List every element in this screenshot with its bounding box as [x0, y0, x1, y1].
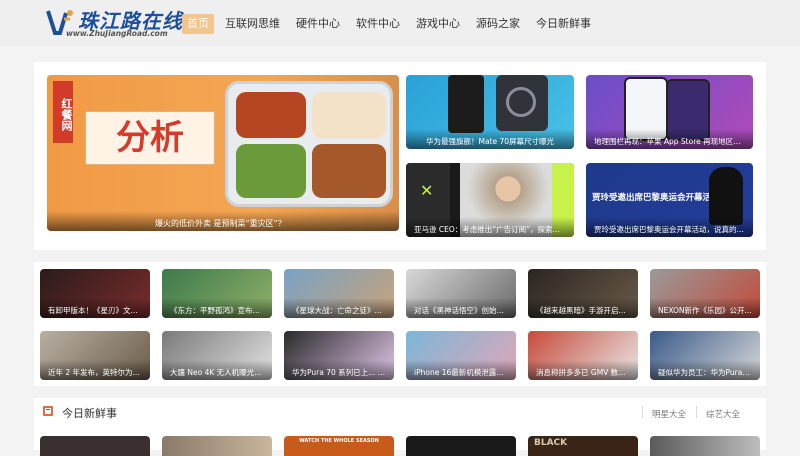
link-divider-2: [696, 406, 697, 418]
news-card[interactable]: 消息称拼多多已 GMV 数...: [528, 331, 638, 380]
book-icon: [43, 406, 53, 416]
link-variety-shows[interactable]: 综艺大全: [706, 408, 740, 420]
brand-url: www.ZhuJiangRoad.com: [66, 29, 168, 38]
section-title: 今日新鲜事: [62, 407, 117, 420]
news-card[interactable]: 对话《黑神话悟空》创始团...: [406, 269, 516, 318]
hero-headline: 分析: [85, 111, 215, 165]
tile-4-headline: 贾玲受邀出席巴黎奥运会开幕活动: [592, 193, 720, 203]
news-card[interactable]: 疑似华为员工：华为Pura 70...: [650, 331, 760, 380]
news-card[interactable]: 有卸甲版本！《星刃》文...: [40, 269, 150, 318]
news-card[interactable]: NEXON新作《乐园》公开...: [650, 269, 760, 318]
news-card-caption: 《东方：平野孤鸿》宣布1...: [162, 298, 272, 318]
nav-item-source[interactable]: 源码之家: [471, 14, 525, 34]
news-card-caption: 大疆 Neo 4K 无人机曝光...: [162, 360, 272, 380]
news-card-caption: 对话《黑神话悟空》创始团...: [406, 298, 516, 318]
news-card-caption: NEXON新作《乐园》公开...: [650, 298, 760, 318]
hero-caption: 爆火的低价外卖 是预制菜“重灾区”？: [47, 211, 399, 231]
featured-tile-1-caption: 华为最强旗舰！Mate 70屏幕尺寸曝光: [406, 129, 574, 149]
news-card[interactable]: 《东方：平野孤鸿》宣布1...: [162, 269, 272, 318]
nav-item-software[interactable]: 软件中心: [351, 14, 405, 34]
featured-tile-2-caption: 地理围栏再现：苹果 App Store 再现地区流...: [586, 129, 753, 149]
nav-item-games[interactable]: 游戏中心: [411, 14, 465, 34]
bottom-thumb-2[interactable]: [162, 436, 272, 456]
news-grid-panel: 有卸甲版本！《星刃》文... 《东方：平野孤鸿》宣布1... 《星球大战：亡命之徒》…: [34, 262, 766, 386]
hero-badge: 红餐网: [53, 81, 73, 143]
phone-image: [448, 75, 484, 133]
featured-tile-4-caption: 贾玲受邀出席巴黎奥运会开幕活动，说真的，内娱只有...: [586, 217, 753, 237]
featured-panel: 红餐网 分析 爆火的低价外卖 是预制菜“重灾区”？ 华为最强旗舰！Mate 70…: [34, 62, 766, 250]
news-card-caption: 《星球大战：亡命之徒》...: [284, 298, 394, 318]
bottom-thumb-6[interactable]: [650, 436, 760, 456]
news-card[interactable]: iPhone 16最新机模泄露曝...: [406, 331, 516, 380]
bottom-thumb-5[interactable]: BLACK: [528, 436, 638, 456]
nav-item-hardware[interactable]: 硬件中心: [291, 14, 345, 34]
news-card[interactable]: 近年 2 年发布，英特尔为...: [40, 331, 150, 380]
hero-card[interactable]: 红餐网 分析 爆火的低价外卖 是预制菜“重灾区”？: [47, 75, 399, 231]
featured-tile-3[interactable]: ✕ 亚马逊 CEO：考虑推出“广告订阅”，探索订阅...: [406, 163, 574, 237]
news-card[interactable]: 《越来越黑暗》手游开启...: [528, 269, 638, 318]
nav-item-internet[interactable]: 互联网思维: [220, 14, 285, 34]
bottom-thumb-3-label: WATCH THE WHOLE SEASON: [299, 438, 379, 444]
nav-item-home[interactable]: 首页: [182, 14, 214, 34]
news-card-caption: 《越来越黑暗》手游开启...: [528, 298, 638, 318]
news-card[interactable]: 大疆 Neo 4K 无人机曝光...: [162, 331, 272, 380]
news-card-caption: 近年 2 年发布，英特尔为...: [40, 360, 150, 380]
news-card-caption: 有卸甲版本！《星刃》文...: [40, 298, 150, 318]
site-header: 珠江路在线 www.ZhuJiangRoad.com 首页 互联网思维 硬件中心…: [0, 0, 800, 46]
bottom-thumb-5-label: BLACK: [534, 438, 568, 448]
featured-tile-4[interactable]: 贾玲受邀出席巴黎奥运会开幕活动 贾玲受邀出席巴黎奥运会开幕活动，说真的，内娱只有…: [586, 163, 753, 237]
news-card-caption: 消息称拼多多已 GMV 数...: [528, 360, 638, 380]
site-logo[interactable]: 珠江路在线 www.ZhuJiangRoad.com: [46, 5, 182, 41]
main-nav: 首页 互联网思维 硬件中心 软件中心 游戏中心 源码之家 今日新鲜事: [182, 14, 602, 34]
news-card-caption: iPhone 16最新机模泄露曝...: [406, 360, 516, 380]
food-tray-image: [225, 81, 393, 207]
bottom-thumb-4[interactable]: [406, 436, 516, 456]
link-celebrities[interactable]: 明星大全: [652, 408, 686, 420]
news-card-caption: 华为Pura 70 系列已上... All...: [284, 360, 394, 380]
link-divider: [642, 406, 643, 418]
news-card-caption: 疑似华为员工：华为Pura 70...: [650, 360, 760, 380]
news-card[interactable]: 《星球大战：亡命之徒》...: [284, 269, 394, 318]
bottom-thumb-3[interactable]: WATCH THE WHOLE SEASON: [284, 436, 394, 456]
phone-image-2: [496, 75, 548, 131]
featured-tile-1[interactable]: 华为最强旗舰！Mate 70屏幕尺寸曝光: [406, 75, 574, 149]
bottom-thumb-1[interactable]: [40, 436, 150, 456]
featured-tile-3-caption: 亚马逊 CEO：考虑推出“广告订阅”，探索订阅...: [406, 217, 574, 237]
nav-item-news[interactable]: 今日新鲜事: [531, 14, 596, 34]
featured-tile-2[interactable]: 地理围栏再现：苹果 App Store 再现地区流...: [586, 75, 753, 149]
news-card[interactable]: 华为Pura 70 系列已上... All...: [284, 331, 394, 380]
x-mark-icon: ✕: [420, 181, 434, 200]
